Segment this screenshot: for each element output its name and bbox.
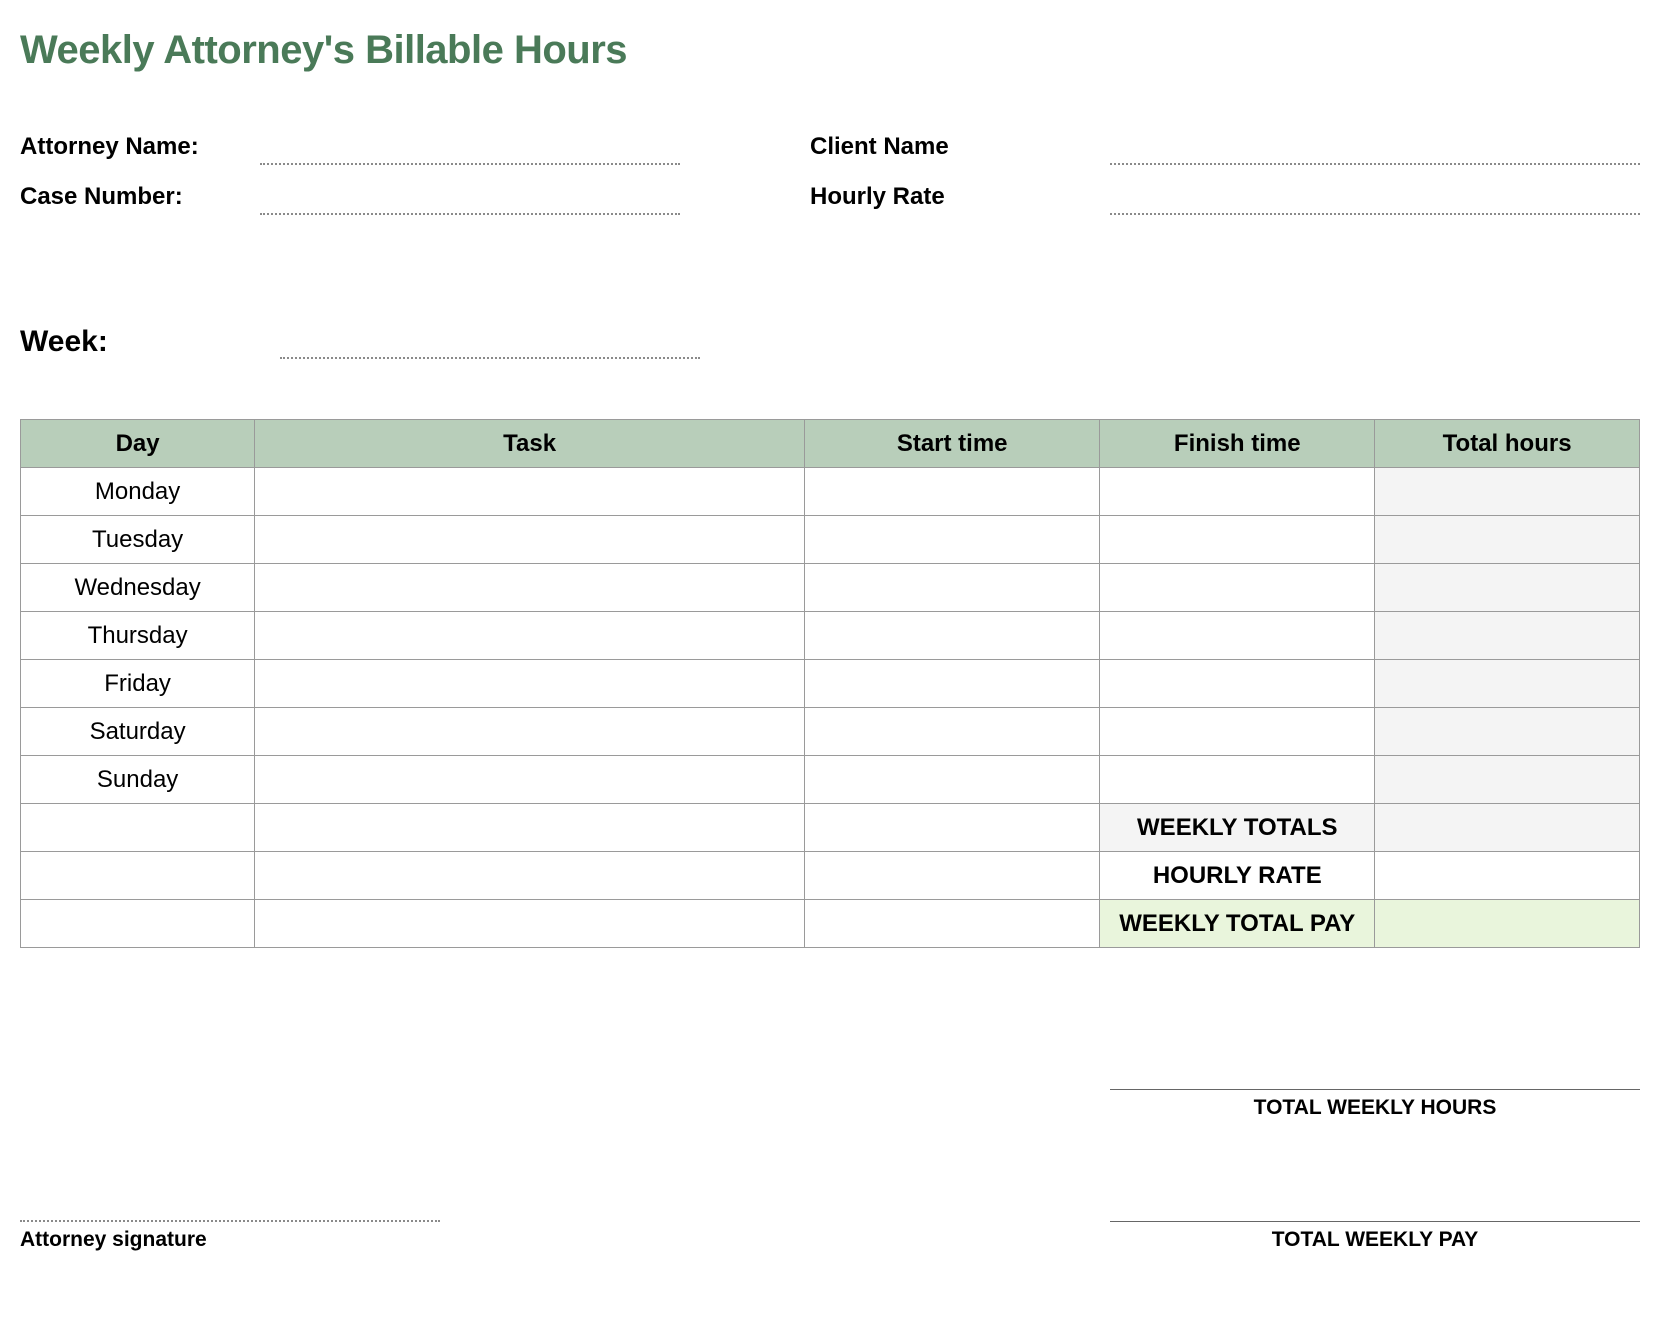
- finish-cell[interactable]: [1100, 756, 1375, 804]
- task-cell[interactable]: [255, 708, 805, 756]
- attorney-name-label: Attorney Name:: [20, 133, 260, 165]
- total-cell[interactable]: [1375, 564, 1640, 612]
- finish-cell[interactable]: [1100, 564, 1375, 612]
- table-row: Thursday: [21, 612, 1640, 660]
- total-weekly-hours-line[interactable]: [1110, 1088, 1640, 1090]
- total-cell[interactable]: [1375, 612, 1640, 660]
- task-cell[interactable]: [255, 756, 805, 804]
- summary-hourly-rate-row: HOURLY RATE: [21, 852, 1640, 900]
- info-grid: Attorney Name: Client Name Case Number: …: [20, 133, 1640, 215]
- start-cell[interactable]: [805, 564, 1100, 612]
- total-cell[interactable]: [1375, 756, 1640, 804]
- task-cell[interactable]: [255, 612, 805, 660]
- start-cell[interactable]: [805, 468, 1100, 516]
- hourly-rate-input[interactable]: [1110, 189, 1640, 215]
- table-row: Monday: [21, 468, 1640, 516]
- total-cell[interactable]: [1375, 516, 1640, 564]
- week-input[interactable]: [280, 333, 700, 359]
- start-cell[interactable]: [805, 708, 1100, 756]
- header-finish: Finish time: [1100, 420, 1375, 468]
- weekly-total-pay-label: WEEKLY TOTAL PAY: [1100, 900, 1375, 948]
- case-number-input[interactable]: [260, 189, 680, 215]
- total-cell[interactable]: [1375, 468, 1640, 516]
- total-weekly-hours-label: TOTAL WEEKLY HOURS: [1110, 1096, 1640, 1120]
- start-cell[interactable]: [805, 516, 1100, 564]
- weekly-totals-value[interactable]: [1375, 804, 1640, 852]
- table-header-row: Day Task Start time Finish time Total ho…: [21, 420, 1640, 468]
- case-number-label: Case Number:: [20, 183, 260, 215]
- signature-line[interactable]: [20, 1220, 440, 1222]
- total-weekly-pay-block: TOTAL WEEKLY PAY: [1110, 1220, 1640, 1252]
- finish-cell[interactable]: [1100, 516, 1375, 564]
- finish-cell[interactable]: [1100, 708, 1375, 756]
- header-task: Task: [255, 420, 805, 468]
- start-cell[interactable]: [805, 756, 1100, 804]
- day-cell: Saturday: [21, 708, 255, 756]
- task-cell[interactable]: [255, 564, 805, 612]
- total-cell[interactable]: [1375, 708, 1640, 756]
- day-cell: Monday: [21, 468, 255, 516]
- totals-stack: TOTAL WEEKLY HOURS TOTAL WEEKLY PAY: [1110, 1088, 1640, 1252]
- page-title: Weekly Attorney's Billable Hours: [20, 28, 1640, 73]
- weekly-totals-label: WEEKLY TOTALS: [1100, 804, 1375, 852]
- table-row: Tuesday: [21, 516, 1640, 564]
- finish-cell[interactable]: [1100, 468, 1375, 516]
- task-cell[interactable]: [255, 468, 805, 516]
- summary-weekly-totals-row: WEEKLY TOTALS: [21, 804, 1640, 852]
- week-label: Week:: [20, 325, 280, 359]
- day-cell: Tuesday: [21, 516, 255, 564]
- summary-weekly-total-pay-row: WEEKLY TOTAL PAY: [21, 900, 1640, 948]
- weekly-total-pay-value[interactable]: [1375, 900, 1640, 948]
- total-cell[interactable]: [1375, 660, 1640, 708]
- total-weekly-hours-block: TOTAL WEEKLY HOURS: [1110, 1088, 1640, 1120]
- start-cell[interactable]: [805, 612, 1100, 660]
- header-start: Start time: [805, 420, 1100, 468]
- footer: Attorney signature TOTAL WEEKLY HOURS TO…: [20, 1088, 1640, 1252]
- hourly-rate-label: Hourly Rate: [810, 183, 1110, 215]
- header-total: Total hours: [1375, 420, 1640, 468]
- day-cell: Friday: [21, 660, 255, 708]
- day-cell: Thursday: [21, 612, 255, 660]
- finish-cell[interactable]: [1100, 660, 1375, 708]
- signature-block: Attorney signature: [20, 1220, 440, 1252]
- day-cell: Wednesday: [21, 564, 255, 612]
- signature-label: Attorney signature: [20, 1228, 440, 1252]
- task-cell[interactable]: [255, 516, 805, 564]
- start-cell[interactable]: [805, 660, 1100, 708]
- client-name-label: Client Name: [810, 133, 1110, 165]
- timesheet-table: Day Task Start time Finish time Total ho…: [20, 419, 1640, 948]
- table-row: Friday: [21, 660, 1640, 708]
- day-cell: Sunday: [21, 756, 255, 804]
- header-day: Day: [21, 420, 255, 468]
- finish-cell[interactable]: [1100, 612, 1375, 660]
- summary-hourly-rate-value[interactable]: [1375, 852, 1640, 900]
- summary-hourly-rate-label: HOURLY RATE: [1100, 852, 1375, 900]
- task-cell[interactable]: [255, 660, 805, 708]
- table-row: Sunday: [21, 756, 1640, 804]
- total-weekly-pay-line[interactable]: [1110, 1220, 1640, 1222]
- attorney-name-input[interactable]: [260, 139, 680, 165]
- total-weekly-pay-label: TOTAL WEEKLY PAY: [1110, 1228, 1640, 1252]
- table-row: Saturday: [21, 708, 1640, 756]
- client-name-input[interactable]: [1110, 139, 1640, 165]
- table-row: Wednesday: [21, 564, 1640, 612]
- week-row: Week:: [20, 325, 1640, 359]
